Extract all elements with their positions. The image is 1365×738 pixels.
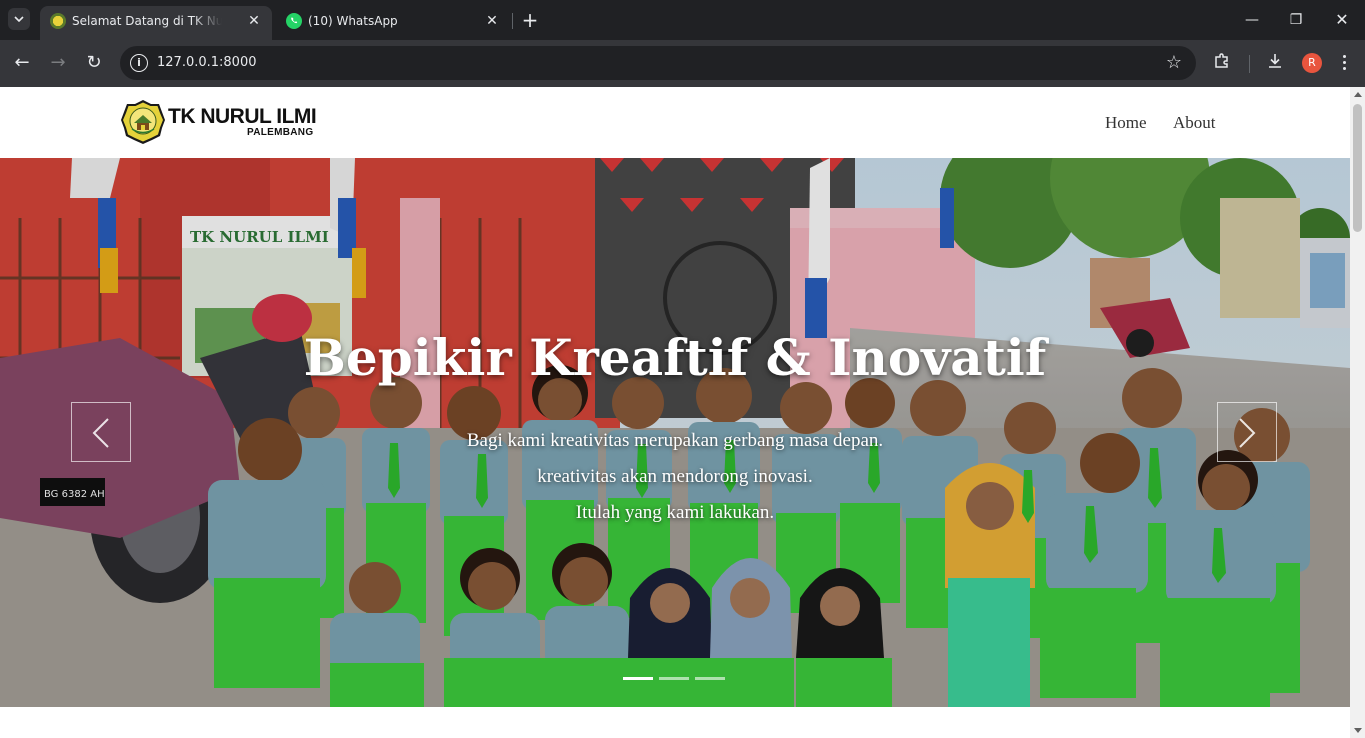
school-favicon-icon xyxy=(50,13,66,29)
url-text[interactable]: 127.0.0.1:8000 xyxy=(157,55,257,70)
tab-title: (10) WhatsApp xyxy=(308,14,398,28)
tab-title: Selamat Datang di TK Nurul Ilmi xyxy=(72,14,222,28)
forward-arrow-icon[interactable]: → xyxy=(47,52,69,74)
browser-toolbar: ← → ↻ i 127.0.0.1:8000 ☆ R xyxy=(0,40,1365,87)
hero-text-line-1: Bagi kami kreativitas merupakan gerbang … xyxy=(466,430,884,451)
site-navbar: TK NURUL ILMI PALEMBANG Home About xyxy=(0,87,1350,158)
profile-avatar[interactable]: R xyxy=(1302,53,1322,73)
scroll-down-arrow-icon[interactable] xyxy=(1354,728,1362,733)
chevron-right-icon xyxy=(1239,418,1256,448)
hero-text-line-3: Itulah yang kami lakukan. xyxy=(575,502,775,523)
minimize-icon[interactable]: — xyxy=(1242,10,1262,30)
close-tab-icon[interactable]: ✕ xyxy=(246,13,262,29)
carousel-next-button[interactable] xyxy=(1217,402,1277,462)
chevron-left-icon xyxy=(92,418,109,448)
chevron-down-icon xyxy=(14,16,24,22)
tab-whatsapp[interactable]: (10) WhatsApp ✕ xyxy=(276,6,510,40)
hero-carousel: TK NURUL ILMI BG 6382 AH Bepikir Kreafti… xyxy=(0,158,1350,707)
reload-icon[interactable]: ↻ xyxy=(83,52,105,74)
toolbar-divider xyxy=(1249,55,1250,73)
page-viewport: TK NURUL ILMI PALEMBANG Home About TK NU… xyxy=(0,87,1365,738)
whatsapp-icon xyxy=(286,13,302,29)
close-window-icon[interactable]: ✕ xyxy=(1332,10,1352,30)
extensions-puzzle-icon[interactable] xyxy=(1211,52,1233,74)
close-tab-icon[interactable]: ✕ xyxy=(484,13,500,29)
school-emblem-icon xyxy=(121,100,165,144)
bookmark-star-icon[interactable]: ☆ xyxy=(1166,52,1182,73)
carousel-indicator-1[interactable] xyxy=(623,677,653,680)
brand-name: TK NURUL ILMI xyxy=(168,105,317,128)
carousel-indicator-3[interactable] xyxy=(695,677,725,680)
scroll-up-arrow-icon[interactable] xyxy=(1354,92,1362,97)
site-info-icon[interactable]: i xyxy=(130,54,148,72)
nav-link-about[interactable]: About xyxy=(1173,113,1216,133)
hero-title: Bepikir Kreaftif & Inovatif xyxy=(303,328,1047,387)
carousel-indicator-2[interactable] xyxy=(659,677,689,680)
tab-tk-nurul-ilmi[interactable]: Selamat Datang di TK Nurul Ilmi ✕ xyxy=(40,6,272,40)
address-bar[interactable]: i 127.0.0.1:8000 ☆ xyxy=(120,46,1196,80)
browser-menu-kebab-icon[interactable] xyxy=(1336,52,1352,74)
back-arrow-icon[interactable]: ← xyxy=(11,52,33,74)
download-icon[interactable] xyxy=(1264,52,1286,74)
brand-city: PALEMBANG xyxy=(247,127,314,138)
restore-icon[interactable]: ❐ xyxy=(1286,10,1306,30)
carousel-prev-button[interactable] xyxy=(71,402,131,462)
new-tab-icon[interactable]: + xyxy=(520,10,540,30)
browser-tab-strip: Selamat Datang di TK Nurul Ilmi ✕ (10) W… xyxy=(0,0,1365,40)
tab-search-button[interactable] xyxy=(8,8,30,30)
tab-divider xyxy=(512,13,513,29)
nav-link-home[interactable]: Home xyxy=(1105,113,1147,133)
hero-text-line-2: kreativitas akan mendorong inovasi. xyxy=(537,466,813,487)
scrollbar-thumb[interactable] xyxy=(1353,104,1362,232)
page-scrollbar[interactable] xyxy=(1350,87,1365,738)
